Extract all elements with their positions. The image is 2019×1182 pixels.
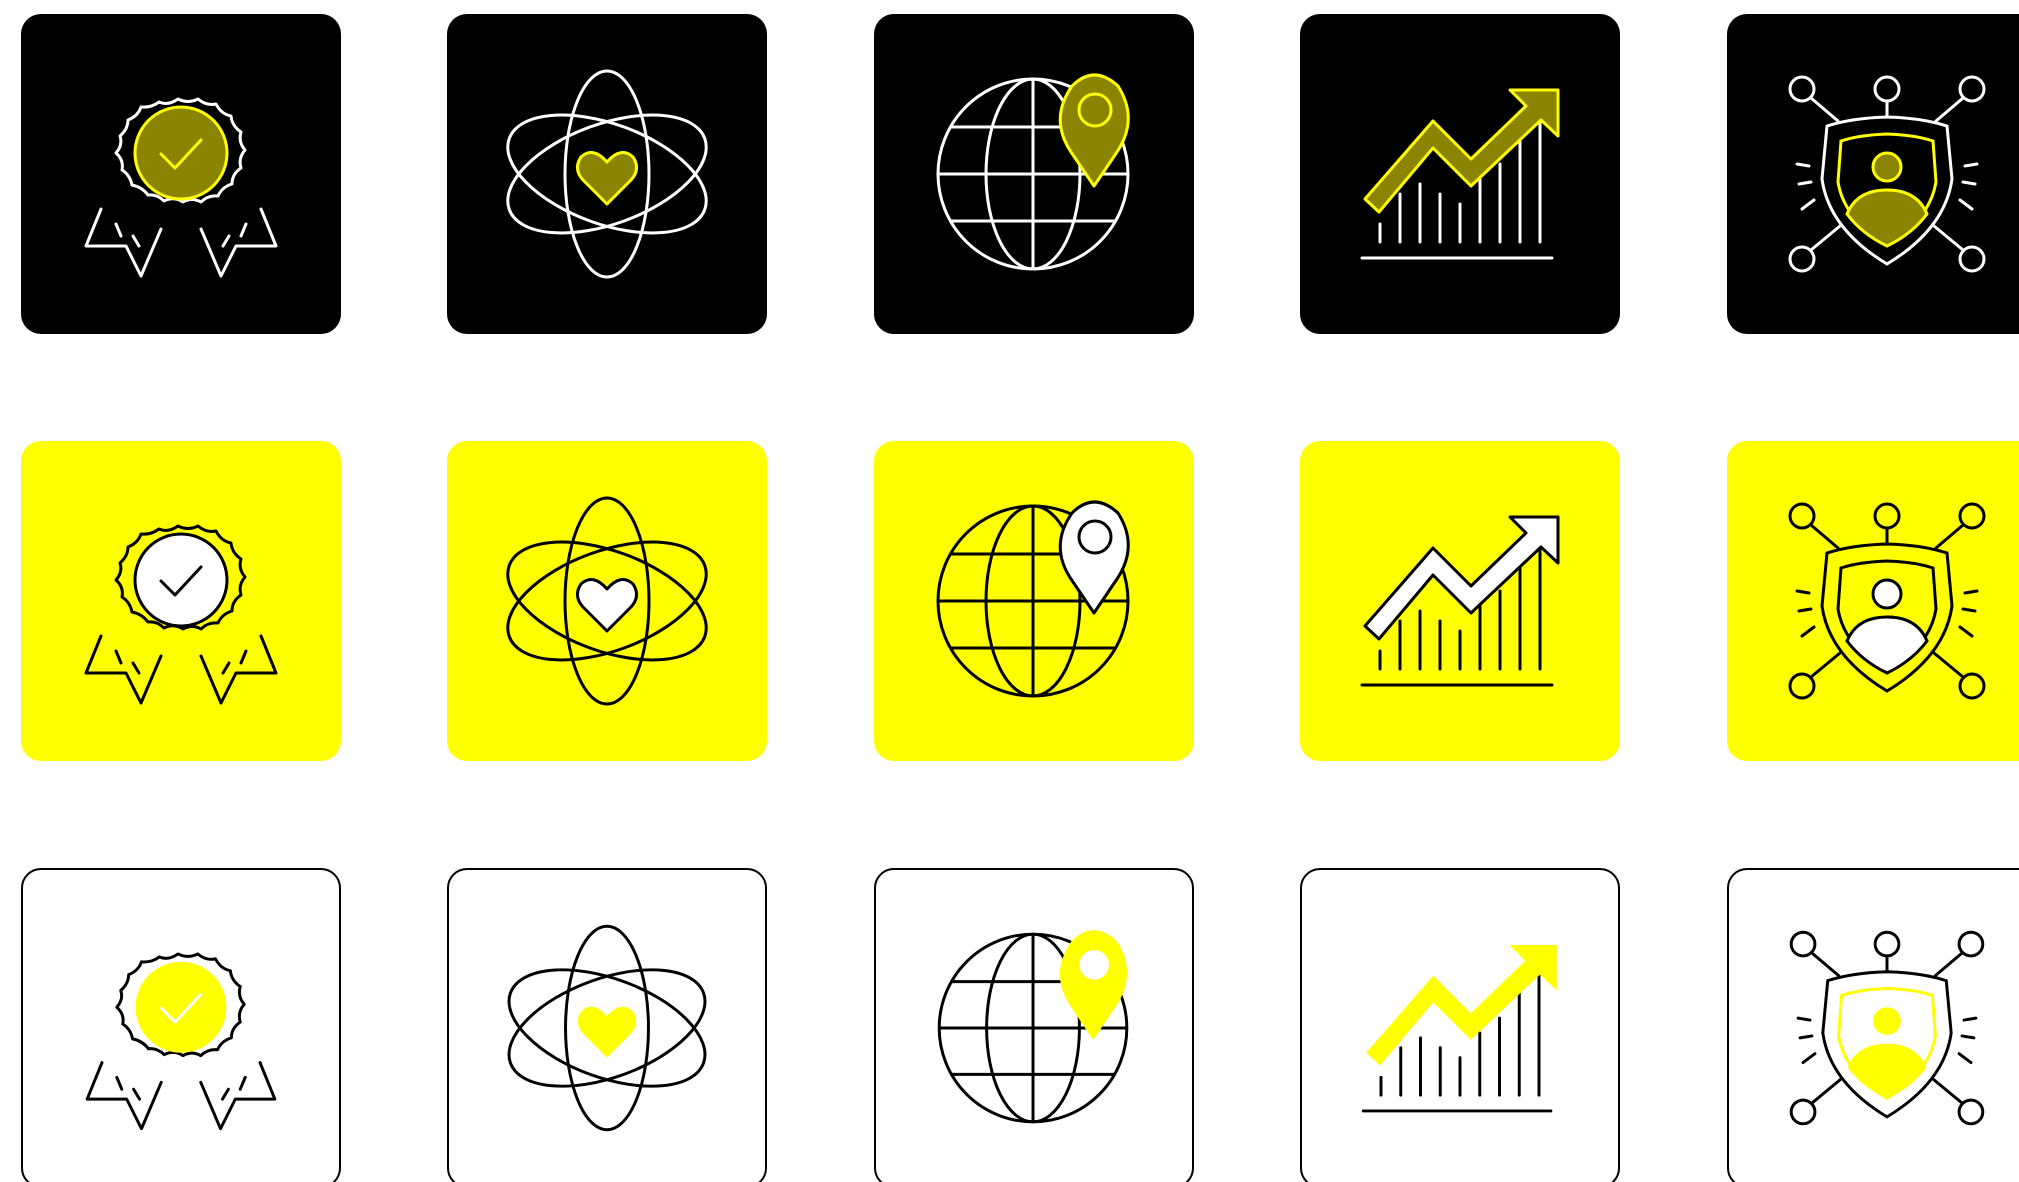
- award-badge-icon: [84, 524, 278, 705]
- tile-chart-outline: [1300, 868, 1620, 1182]
- atom-heart-icon: [506, 69, 708, 279]
- tile-shield-yellow: [1727, 441, 2019, 761]
- tile-atom-yellow: [447, 441, 767, 761]
- tile-atom-dark: [447, 14, 767, 334]
- security-shield-network-icon: [1788, 502, 1986, 700]
- security-shield-network-icon: [1789, 930, 1985, 1126]
- globe-location-pin-icon: [936, 500, 1130, 698]
- globe-location-pin-icon: [937, 930, 1129, 1124]
- tile-atom-outline: [447, 868, 767, 1182]
- growth-chart-icon: [1360, 88, 1560, 260]
- tile-chart-yellow: [1300, 441, 1620, 761]
- tile-shield-dark: [1727, 14, 2019, 334]
- growth-chart-icon: [1361, 945, 1557, 1113]
- globe-location-pin-icon: [936, 73, 1130, 271]
- tile-shield-outline: [1727, 868, 2019, 1182]
- award-badge-icon: [85, 952, 277, 1131]
- tile-award-dark: [21, 14, 341, 334]
- award-badge-icon: [84, 97, 278, 278]
- atom-heart-icon: [507, 924, 707, 1132]
- tile-globe-yellow: [874, 441, 1194, 761]
- tile-chart-dark: [1300, 14, 1620, 334]
- tile-award-outline: [21, 868, 341, 1182]
- tile-award-yellow: [21, 441, 341, 761]
- tile-globe-outline: [874, 868, 1194, 1182]
- security-shield-network-icon: [1788, 75, 1986, 273]
- growth-chart-icon: [1360, 515, 1560, 687]
- atom-heart-icon: [506, 496, 708, 706]
- icon-set-canvas: [0, 0, 2019, 1182]
- tile-globe-dark: [874, 14, 1194, 334]
